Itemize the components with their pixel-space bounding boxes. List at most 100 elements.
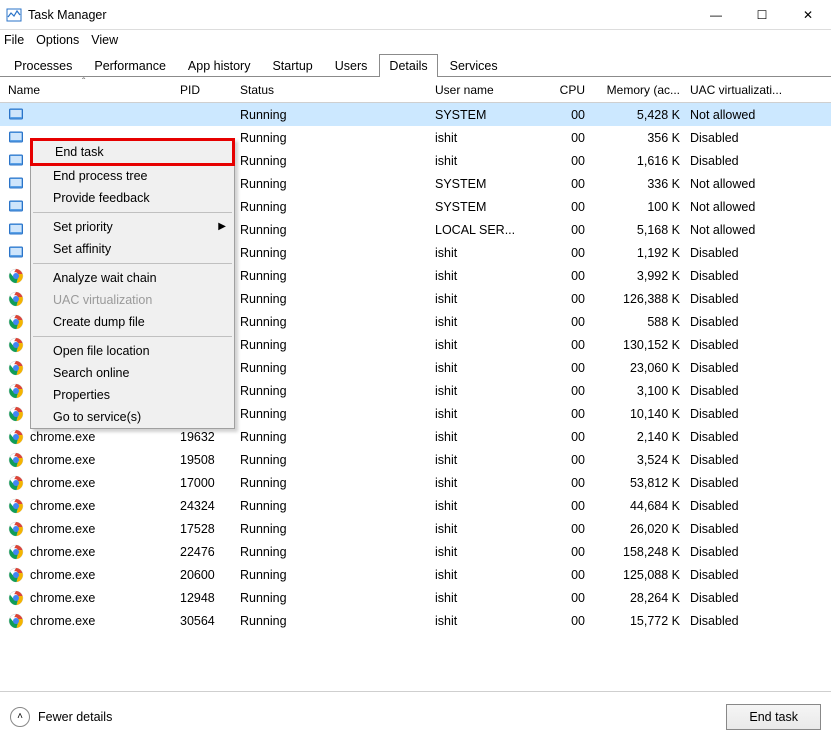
cell-uac: Not allowed <box>680 200 798 214</box>
table-row[interactable]: RunningSYSTEM005,428 KNot allowed <box>0 103 831 126</box>
cell-user: ishit <box>435 131 545 145</box>
tab-services[interactable]: Services <box>440 54 508 77</box>
process-name: chrome.exe <box>30 499 95 513</box>
chrome-icon <box>8 429 24 445</box>
cell-memory: 100 K <box>585 200 680 214</box>
context-search-online[interactable]: Search online <box>31 362 234 384</box>
cell-memory: 44,684 K <box>585 499 680 513</box>
cell-name: chrome.exe <box>0 498 180 514</box>
cell-uac: Disabled <box>680 407 798 421</box>
tab-startup[interactable]: Startup <box>262 54 322 77</box>
maximize-button[interactable]: ☐ <box>739 0 785 30</box>
cell-name: chrome.exe <box>0 590 180 606</box>
column-status[interactable]: Status <box>240 83 435 97</box>
column-cpu[interactable]: CPU <box>545 83 585 97</box>
column-uac[interactable]: UAC virtualizati... <box>680 83 798 97</box>
cell-status: Running <box>240 614 435 628</box>
cell-user: ishit <box>435 269 545 283</box>
cell-status: Running <box>240 499 435 513</box>
cell-uac: Not allowed <box>680 177 798 191</box>
cell-name: chrome.exe <box>0 613 180 629</box>
process-name: chrome.exe <box>30 568 95 582</box>
cell-memory: 10,140 K <box>585 407 680 421</box>
end-task-button[interactable]: End task <box>726 704 821 730</box>
context-end-process-tree[interactable]: End process tree <box>31 165 234 187</box>
cell-memory: 158,248 K <box>585 545 680 559</box>
table-row[interactable]: chrome.exe17528Runningishit0026,020 KDis… <box>0 517 831 540</box>
cell-cpu: 00 <box>545 177 585 191</box>
table-row[interactable]: chrome.exe17000Runningishit0053,812 KDis… <box>0 471 831 494</box>
cell-uac: Disabled <box>680 453 798 467</box>
tab-processes[interactable]: Processes <box>4 54 82 77</box>
fewer-details-chevron-icon[interactable]: ˄ <box>10 707 30 727</box>
chrome-icon <box>8 521 24 537</box>
chrome-icon <box>8 268 24 284</box>
column-memory[interactable]: Memory (ac... <box>585 83 680 97</box>
context-create-dump[interactable]: Create dump file <box>31 311 234 333</box>
context-end-task[interactable]: End task <box>30 138 235 166</box>
context-go-to-services[interactable]: Go to service(s) <box>31 406 234 428</box>
cell-cpu: 00 <box>545 453 585 467</box>
context-analyze-wait-chain[interactable]: Analyze wait chain <box>31 267 234 289</box>
column-pid[interactable]: PID <box>180 83 240 97</box>
context-open-file-location[interactable]: Open file location <box>31 340 234 362</box>
cell-pid: 22476 <box>180 545 240 559</box>
minimize-button[interactable]: — <box>693 0 739 30</box>
cell-uac: Disabled <box>680 315 798 329</box>
tab-details[interactable]: Details <box>379 54 437 77</box>
cell-cpu: 00 <box>545 154 585 168</box>
sort-arrow-icon: ˆ <box>82 77 85 88</box>
table-row[interactable]: chrome.exe19508Runningishit003,524 KDisa… <box>0 448 831 471</box>
cell-memory: 125,088 K <box>585 568 680 582</box>
context-uac-virtualization: UAC virtualization <box>31 289 234 311</box>
cell-name: chrome.exe <box>0 452 180 468</box>
fewer-details-label[interactable]: Fewer details <box>38 710 112 724</box>
cell-cpu: 00 <box>545 269 585 283</box>
cell-uac: Disabled <box>680 476 798 490</box>
cell-name: chrome.exe <box>0 567 180 583</box>
cell-pid: 24324 <box>180 499 240 513</box>
table-row[interactable]: chrome.exe20600Runningishit00125,088 KDi… <box>0 563 831 586</box>
menu-bar: File Options View <box>0 30 831 50</box>
cell-status: Running <box>240 545 435 559</box>
column-name[interactable]: Name <box>0 83 180 97</box>
table-row[interactable]: chrome.exe12948Runningishit0028,264 KDis… <box>0 586 831 609</box>
cell-pid: 20600 <box>180 568 240 582</box>
cell-uac: Disabled <box>680 591 798 605</box>
process-name: chrome.exe <box>30 430 95 444</box>
menu-file[interactable]: File <box>4 33 24 47</box>
cell-cpu: 00 <box>545 522 585 536</box>
tab-users[interactable]: Users <box>325 54 378 77</box>
cell-status: Running <box>240 338 435 352</box>
context-set-priority[interactable]: Set priority ▶ <box>31 216 234 238</box>
cell-user: ishit <box>435 591 545 605</box>
context-properties[interactable]: Properties <box>31 384 234 406</box>
table-row[interactable]: chrome.exe30564Runningishit0015,772 KDis… <box>0 609 831 632</box>
tab-performance[interactable]: Performance <box>84 54 176 77</box>
cell-pid: 30564 <box>180 614 240 628</box>
cell-memory: 2,140 K <box>585 430 680 444</box>
tab-app-history[interactable]: App history <box>178 54 261 77</box>
cell-pid: 12948 <box>180 591 240 605</box>
cell-user: ishit <box>435 384 545 398</box>
cell-name: chrome.exe <box>0 521 180 537</box>
table-row[interactable]: chrome.exe24324Runningishit0044,684 KDis… <box>0 494 831 517</box>
window-controls: — ☐ ✕ <box>693 0 831 30</box>
menu-options[interactable]: Options <box>36 33 79 47</box>
menu-view[interactable]: View <box>91 33 118 47</box>
cell-uac: Disabled <box>680 131 798 145</box>
column-user[interactable]: User name <box>435 83 545 97</box>
context-set-affinity[interactable]: Set affinity <box>31 238 234 260</box>
cell-cpu: 00 <box>545 499 585 513</box>
title-bar: Task Manager — ☐ ✕ <box>0 0 831 30</box>
cell-uac: Disabled <box>680 545 798 559</box>
close-button[interactable]: ✕ <box>785 0 831 30</box>
cell-name: chrome.exe <box>0 429 180 445</box>
cell-pid: 17528 <box>180 522 240 536</box>
generic-app-icon <box>8 222 24 238</box>
cell-user: ishit <box>435 292 545 306</box>
table-row[interactable]: chrome.exe22476Runningishit00158,248 KDi… <box>0 540 831 563</box>
cell-memory: 26,020 K <box>585 522 680 536</box>
context-provide-feedback[interactable]: Provide feedback <box>31 187 234 209</box>
chrome-icon <box>8 291 24 307</box>
